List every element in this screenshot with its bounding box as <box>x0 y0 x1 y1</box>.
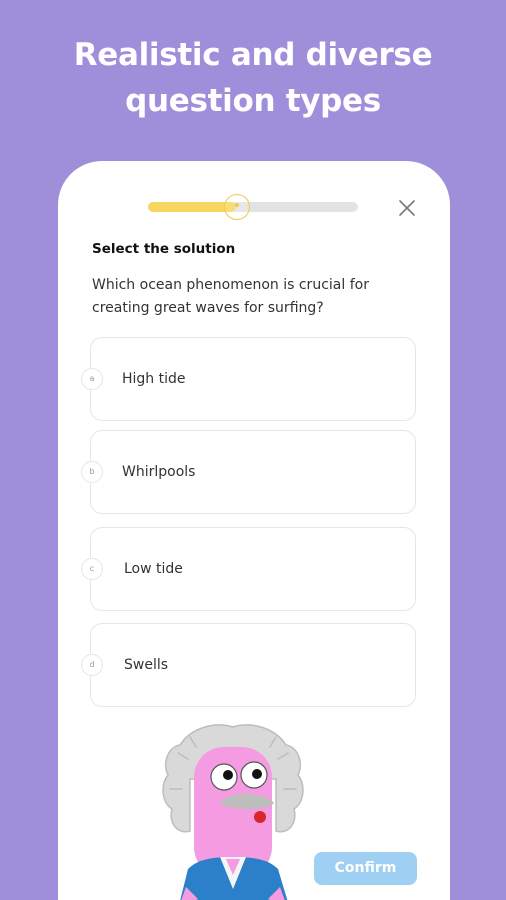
progress-fill <box>148 202 237 212</box>
answer-option-c[interactable]: c Low tide <box>81 527 416 611</box>
option-label-d: Swells <box>124 657 169 673</box>
close-button[interactable] <box>396 197 418 219</box>
question-text: Which ocean phenomenon is crucial for cr… <box>92 274 412 320</box>
progress-bar <box>148 202 358 212</box>
headline-line-2: question types <box>125 83 381 119</box>
option-letter-b: b <box>81 461 103 483</box>
option-letter-d: d <box>81 654 103 676</box>
option-letter-c: c <box>81 558 103 580</box>
answer-option-b[interactable]: b Whirlpools <box>81 430 416 514</box>
option-label-b: Whirlpools <box>122 464 196 480</box>
answer-option-a[interactable]: a High tide <box>81 337 416 421</box>
question-line-1: Which ocean phenomenon is crucial for <box>92 277 369 293</box>
question-line-2: creating great waves for surfing? <box>92 300 324 316</box>
headline: Realistic and diverse question types <box>0 32 506 124</box>
answer-option-d[interactable]: d Swells <box>81 623 416 707</box>
option-letter-a: a <box>81 368 103 390</box>
headline-line-1: Realistic and diverse <box>73 37 433 73</box>
phone-frame: Select the solution Which ocean phenomen… <box>58 161 450 900</box>
progress-knob <box>224 194 250 220</box>
question-prompt: Select the solution <box>92 241 236 257</box>
option-label-a: High tide <box>122 371 186 387</box>
option-label-c: Low tide <box>124 561 183 577</box>
confirm-button[interactable]: Confirm <box>314 852 417 885</box>
close-icon <box>399 200 415 216</box>
einstein-mascot-illustration <box>162 724 304 900</box>
